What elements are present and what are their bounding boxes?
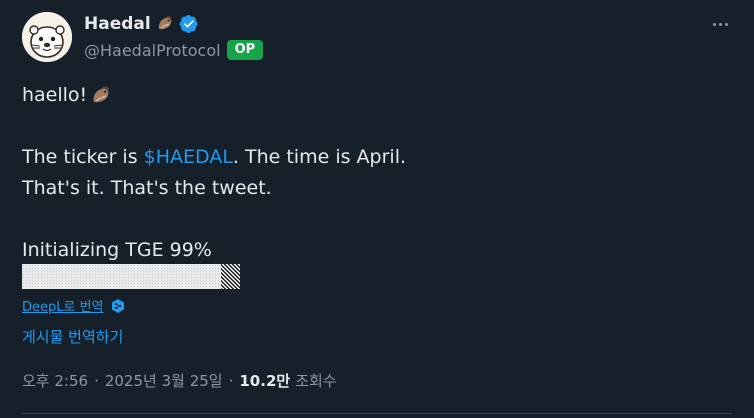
tweet-text: haello! The ticker is $HAEDAL. The time … (22, 80, 722, 266)
tweet-line-2: The ticker is $HAEDAL. The time is April… (22, 142, 722, 173)
op-badge: OP (226, 40, 264, 60)
otter-emoji-icon (89, 84, 113, 108)
more-horizontal-icon (712, 22, 716, 26)
translate-post-link[interactable]: 게시물 번역하기 (22, 326, 123, 347)
deepl-translate-row: DeepL로 번역 (22, 296, 126, 315)
deepl-translate-link[interactable]: DeepL로 번역 (22, 296, 104, 315)
more-horizontal-icon (724, 22, 728, 26)
more-options-button[interactable] (708, 12, 732, 36)
divider (22, 413, 732, 414)
meta-separator: · (94, 371, 99, 390)
more-horizontal-icon (718, 22, 722, 26)
tweet-time[interactable]: 오후 2:56 (22, 370, 88, 391)
otter-emoji-icon (155, 14, 175, 34)
views-label: 조회수 (295, 372, 337, 390)
avatar[interactable] (22, 12, 72, 62)
progress-remaining (221, 264, 240, 289)
tweet-date[interactable]: 2025년 3월 25일 (105, 370, 223, 391)
deepl-icon (110, 298, 126, 314)
tweet-text-greeting: haello! (22, 84, 88, 106)
progress-fill (22, 264, 221, 289)
cashtag-link[interactable]: $HAEDAL (144, 142, 233, 173)
otter-avatar-icon (22, 12, 72, 62)
tweet-text-ticker-before: The ticker is (22, 146, 144, 168)
views-count[interactable]: 10.2만 (239, 370, 290, 391)
tweet-text-ticker-after: . The time is April. (232, 146, 407, 168)
tweet-meta: 오후 2:56 · 2025년 3월 25일 · 10.2만 조회수 (22, 370, 337, 391)
author-name-row[interactable]: Haedal (84, 12, 199, 36)
tweet-line-4: Initializing TGE 99% (22, 239, 212, 261)
tge-progress-bar (22, 264, 240, 289)
tweet-line-3: That's it. That's the tweet. (22, 177, 272, 199)
meta-separator: · (228, 371, 234, 390)
display-name[interactable]: Haedal (84, 14, 151, 34)
tweet-line-1: haello! (22, 80, 722, 111)
tweet: Haedal @HaedalProtocol OP haello! The ti… (0, 0, 754, 418)
verified-badge-icon[interactable] (179, 14, 199, 34)
author-handle[interactable]: @HaedalProtocol (84, 41, 221, 60)
handle-row: @HaedalProtocol OP (84, 38, 264, 62)
